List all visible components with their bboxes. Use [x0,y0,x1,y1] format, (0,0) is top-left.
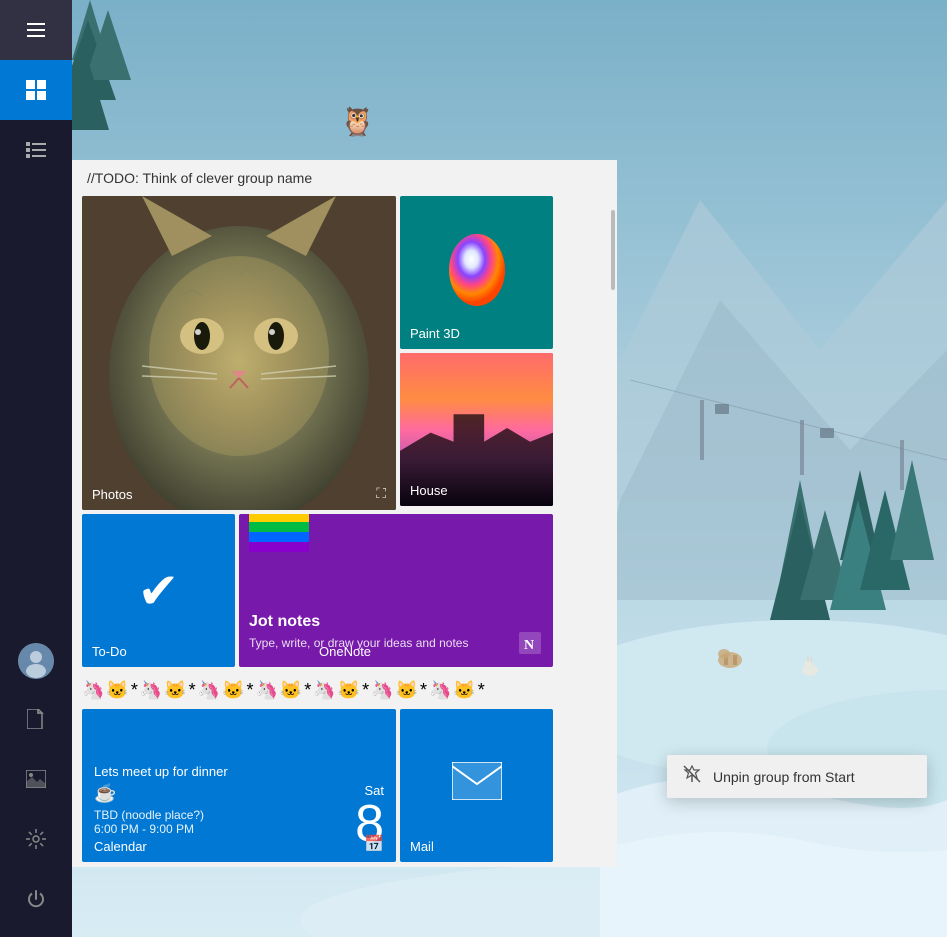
tile-todo[interactable]: ✔ To-Do [82,514,235,667]
svg-text:N: N [524,638,534,653]
hamburger-menu[interactable] [0,0,72,60]
calendar-event-left: ☕ TBD (noodle place?) 6:00 PM - 9:00 PM [94,783,355,836]
calendar-time: 6:00 PM - 9:00 PM [94,822,355,836]
tile-photos[interactable]: Photos ⛶ [82,196,396,510]
onenote-name-label: OneNote [319,644,371,659]
calendar-coffee: ☕ [94,783,116,803]
bottom-tiles-row: Lets meet up for dinner ☕ TBD (noodle pl… [72,709,617,867]
sidebar-item-newdoc[interactable] [0,689,72,749]
sidebar-item-tiles[interactable] [0,60,72,120]
context-menu-unpin-group[interactable]: Unpin group from Start [667,755,927,798]
unpin-group-label: Unpin group from Start [713,769,855,785]
tile-onenote[interactable]: Jot notes Type, write, or draw your idea… [239,514,553,667]
document-icon [27,709,45,729]
paint3d-label: Paint 3D [410,326,460,341]
power-icon [26,889,46,909]
settings-icon [26,829,46,849]
onenote-jot-label: Jot notes [249,613,543,631]
photos-label: Photos [92,487,132,502]
sidebar-item-power[interactable] [0,869,72,929]
unpin-icon [683,765,701,788]
onenote-footer: OneNote [319,644,371,659]
calendar-label: Calendar [94,839,147,854]
tiles-icon [26,80,46,100]
owl-decoration: 🦉 [340,105,375,138]
sidebar-item-list[interactable] [0,120,72,180]
user-avatar[interactable] [18,643,54,679]
tiles-row-2: ✔ To-Do [82,514,607,667]
tiles-container: Photos ⛶ [72,191,617,672]
start-panel: //TODO: Think of clever group name [72,160,617,867]
context-menu: Unpin group from Start [667,755,927,798]
list-icon [26,142,46,158]
mail-envelope-icon [452,762,502,810]
todo-check-icon: ✔ [138,562,180,620]
onenote-content: Jot notes Type, write, or draw your idea… [239,598,553,667]
photo-image [82,196,396,510]
calendar-place: TBD (noodle place?) [94,808,355,822]
tile-calendar[interactable]: Lets meet up for dinner ☕ TBD (noodle pl… [82,709,396,862]
onenote-art [249,514,309,552]
mail-label: Mail [410,839,434,854]
sidebar-item-settings[interactable] [0,809,72,869]
hamburger-icon [27,23,45,37]
sidebar [0,0,72,937]
calendar-icon: 📅 [364,834,384,854]
onenote-art-container [239,514,319,598]
paint3d-icon [442,230,512,315]
unicorn-row: 🦄🐱*🦄🐱*🦄🐱*🦄🐱*🦄🐱*🦄🐱*🦄🐱* [72,672,617,709]
panel-scrollbar[interactable] [611,210,615,290]
tile-house[interactable]: House [400,353,553,506]
sidebar-item-image[interactable] [0,749,72,809]
onenote-n-badge: N [519,632,541,659]
house-label: House [410,483,448,498]
onenote-description: Type, write, or draw your ideas and note… [249,635,543,652]
tile-paint3d[interactable]: Paint 3D [400,196,553,349]
unicorn-text: 🦄🐱*🦄🐱*🦄🐱*🦄🐱*🦄🐱*🦄🐱*🦄🐱* [82,680,487,700]
todo-label: To-Do [92,644,127,659]
group-header: //TODO: Think of clever group name [72,160,617,191]
image-icon [26,770,46,788]
tiles-row-1: Photos ⛶ [82,196,607,510]
group-name: //TODO: Think of clever group name [87,170,312,186]
calendar-event-title: Lets meet up for dinner [94,764,384,779]
right-column: Paint 3D House [400,196,553,510]
photos-corner-icon: ⛶ [376,485,386,502]
tile-mail[interactable]: Mail [400,709,553,862]
